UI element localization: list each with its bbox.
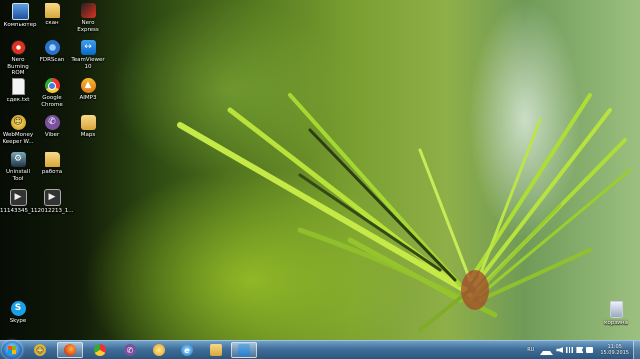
clock[interactable]: 11:05 15.09.2015: [600, 344, 629, 356]
webmoney-icon: ☺: [34, 344, 46, 356]
folder-icon: [210, 344, 222, 356]
video-file-icon: ▶: [9, 189, 27, 206]
battery-icon[interactable]: [586, 347, 594, 353]
desktop-icon-label: Maps: [80, 132, 96, 138]
desktop-icon-label: сдек.txt: [6, 97, 30, 103]
desktop-icon-label: Google Chrome: [41, 95, 63, 108]
desktop-icon-nero-express[interactable]: Nero Express: [70, 3, 106, 33]
language-indicator[interactable]: RU: [527, 347, 534, 353]
taskbar-item-internet-explorer[interactable]: e: [174, 342, 200, 358]
taskbar-item-firefox[interactable]: [57, 342, 83, 358]
desktop-icon-nero-burning-rom[interactable]: Nero Burning ROM: [0, 40, 36, 77]
desktop-icon-viber[interactable]: ✆ Viber: [34, 115, 70, 139]
chrome-icon: [94, 344, 106, 356]
paint-icon: [153, 344, 165, 356]
taskbar-item-teamviewer[interactable]: [231, 342, 257, 358]
desktop-icon-label: Skype: [9, 318, 27, 324]
video-file-icon: ▶: [43, 189, 61, 206]
clock-date: 15.09.2015: [600, 350, 629, 356]
desktop-icon-video-file-1[interactable]: ▶ 11143345_1...: [0, 189, 40, 215]
nero-icon: [10, 40, 26, 55]
desktop-icon-scan-folder[interactable]: скан: [34, 3, 70, 27]
show-hidden-icons-icon[interactable]: [540, 345, 554, 355]
recycle-bin-icon: [609, 301, 623, 318]
teamviewer-icon: ↔: [80, 40, 96, 55]
desktop-icon-label: 12012213_1...: [34, 208, 74, 214]
desktop-icon-label: TeamViewer 10: [71, 57, 105, 70]
desktop-icon-label: Nero Burning ROM: [7, 57, 29, 76]
text-file-icon: [11, 78, 25, 95]
desktop-icon-label: Viber: [44, 132, 60, 138]
teamviewer-icon: [238, 344, 250, 356]
desktop-icon-label: Uninstall Tool: [6, 169, 30, 182]
desktop-icon-label: работа: [41, 169, 63, 175]
desktop-icon-uninstall-tool[interactable]: ⚙ Uninstall Tool: [0, 152, 36, 182]
firefox-icon: [64, 344, 76, 356]
desktop-icon-label: Nero Express: [77, 20, 99, 33]
desktop-icon-rabota-folder[interactable]: работа: [34, 152, 70, 176]
desktop-icon-computer[interactable]: Компьютер: [2, 3, 38, 29]
network-icon[interactable]: [566, 347, 574, 353]
desktop-icon-maps-folder[interactable]: Maps: [70, 115, 106, 139]
skype-icon: S: [10, 301, 26, 316]
viber-icon: ✆: [124, 344, 136, 356]
desktop-icon-video-file-2[interactable]: ▶ 12012213_1...: [34, 189, 74, 215]
computer-icon: [11, 3, 29, 20]
folder-icon: [44, 3, 60, 18]
desktop-icon-recycle-bin[interactable]: корзина: [598, 301, 634, 327]
desktop-icon-label: Компьютер: [3, 22, 37, 28]
taskbar-item-chrome[interactable]: [87, 342, 113, 358]
desktop-icon-label: корзина: [604, 320, 628, 326]
desktop-icon-webmoney[interactable]: ☺ WebMoney Keeper W...: [0, 115, 36, 145]
desktop-icon-label: 11143345_1...: [0, 208, 40, 214]
desktop: Компьютер скан Nero Express Nero Burning…: [0, 0, 640, 340]
taskbar-item-paint[interactable]: [146, 342, 172, 358]
taskbar-item-viber[interactable]: ✆: [117, 342, 143, 358]
viber-icon: ✆: [44, 115, 60, 130]
desktop-icon-label: FDRScan: [39, 57, 65, 63]
folder-icon: [44, 152, 60, 167]
action-center-icon[interactable]: [576, 347, 584, 353]
system-tray: RU 11:05 15.09.2015: [527, 341, 640, 359]
desktop-icon-skype[interactable]: S Skype: [0, 301, 36, 325]
windows-logo-icon: [8, 346, 16, 354]
taskbar-item-explorer[interactable]: [203, 342, 229, 358]
desktop-icon-teamviewer[interactable]: ↔ TeamViewer 10: [70, 40, 106, 70]
uninstall-icon: ⚙: [10, 152, 26, 167]
internet-explorer-icon: e: [181, 344, 193, 356]
folder-icon: [80, 115, 96, 130]
desktop-icon-aimp3[interactable]: ▲ AIMP3: [70, 78, 106, 102]
desktop-icon-label: скан: [45, 20, 59, 26]
aimp-icon: ▲: [80, 78, 96, 93]
desktop-icon-google-chrome[interactable]: Google Chrome: [34, 78, 70, 108]
fdrscan-icon: [44, 40, 60, 55]
volume-icon[interactable]: [556, 347, 564, 353]
nero-express-icon: [80, 3, 96, 18]
webmoney-icon: ☺: [10, 115, 26, 130]
desktop-icon-label: WebMoney Keeper W...: [2, 132, 34, 145]
desktop-icon-label: AIMP3: [79, 95, 97, 101]
chrome-icon: [44, 78, 60, 93]
taskbar: ☺ ✆ e RU 11:05 15.09.2015: [0, 340, 640, 359]
taskbar-item-webmoney[interactable]: ☺: [27, 342, 53, 358]
desktop-icon-sdek-txt[interactable]: сдек.txt: [0, 78, 36, 104]
desktop-icon-fdrscan[interactable]: FDRScan: [34, 40, 70, 64]
start-button[interactable]: [2, 341, 22, 359]
show-desktop-button[interactable]: [633, 341, 640, 359]
